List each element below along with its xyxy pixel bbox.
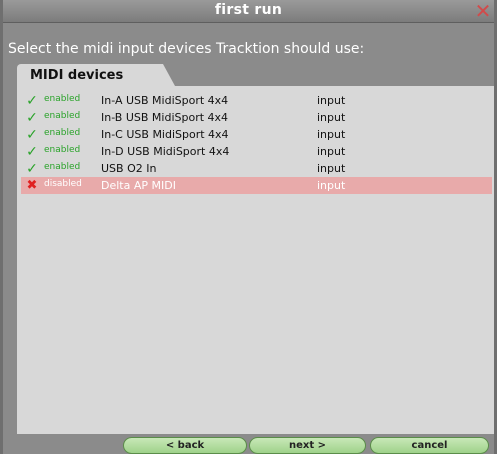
- device-row[interactable]: ✓ enabled In-B USB MidiSport 4x4 input: [21, 109, 492, 126]
- checkmark-icon: ✓: [26, 109, 38, 126]
- status-label: enabled: [44, 128, 81, 138]
- status-label: disabled: [44, 179, 82, 189]
- first-run-dialog: first run ✕ Select the midi input device…: [0, 0, 497, 454]
- device-type: input: [317, 179, 346, 192]
- back-button[interactable]: < back: [123, 437, 247, 454]
- device-type: input: [317, 162, 346, 175]
- device-row[interactable]: ✓ enabled In-C USB MidiSport 4x4 input: [21, 126, 492, 143]
- status-label: enabled: [44, 162, 81, 172]
- window-title: first run: [214, 2, 283, 18]
- device-row[interactable]: ✖ disabled Delta AP MIDI input: [21, 177, 492, 194]
- device-name: USB O2 In: [101, 162, 157, 175]
- title-bar[interactable]: first run: [3, 0, 494, 23]
- checkmark-icon: ✓: [26, 126, 38, 143]
- device-row[interactable]: ✓ enabled USB O2 In input: [21, 160, 492, 177]
- device-row[interactable]: ✓ enabled In-A USB MidiSport 4x4 input: [21, 92, 492, 109]
- device-type: input: [317, 145, 346, 158]
- checkmark-icon: ✓: [26, 92, 38, 109]
- device-type: input: [317, 111, 346, 124]
- device-name: In-A USB MidiSport 4x4: [101, 94, 229, 107]
- status-label: enabled: [44, 94, 81, 104]
- device-row[interactable]: ✓ enabled In-D USB MidiSport 4x4 input: [21, 143, 492, 160]
- device-type: input: [317, 94, 346, 107]
- checkmark-icon: ✓: [26, 143, 38, 160]
- tab-midi-devices[interactable]: MIDI devices: [17, 64, 175, 86]
- status-label: enabled: [44, 145, 81, 155]
- midi-device-list-panel: ✓ enabled In-A USB MidiSport 4x4 input ✓…: [17, 86, 494, 434]
- cancel-button[interactable]: cancel: [370, 437, 489, 454]
- device-name: In-B USB MidiSport 4x4: [101, 111, 229, 124]
- prompt-text: Select the midi input devices Tracktion …: [8, 41, 365, 57]
- device-name: Delta AP MIDI: [101, 179, 176, 192]
- device-name: In-C USB MidiSport 4x4: [101, 128, 229, 141]
- close-icon[interactable]: ✕: [472, 0, 494, 23]
- cross-icon: ✖: [26, 178, 38, 193]
- device-name: In-D USB MidiSport 4x4: [101, 145, 230, 158]
- device-list: ✓ enabled In-A USB MidiSport 4x4 input ✓…: [21, 92, 492, 194]
- tab-label: MIDI devices: [30, 68, 124, 83]
- status-label: enabled: [44, 111, 81, 121]
- checkmark-icon: ✓: [26, 160, 38, 177]
- device-type: input: [317, 128, 346, 141]
- next-button[interactable]: next >: [249, 437, 366, 454]
